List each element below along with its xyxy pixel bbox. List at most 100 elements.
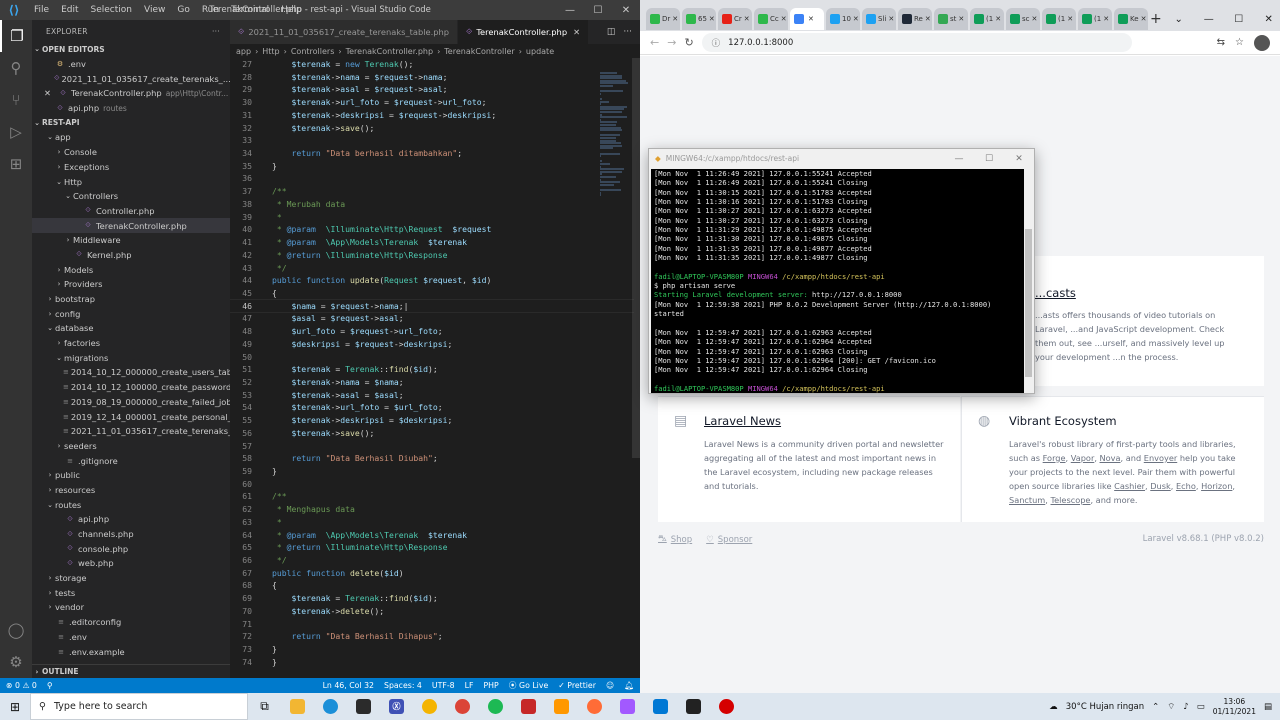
folder-item[interactable]: › Providers <box>32 277 230 292</box>
close-icon[interactable]: ✕ <box>1067 15 1073 23</box>
terminal-output[interactable]: [Mon Nov 1 11:26:49 2021] 127.0.0.1:5524… <box>651 169 1024 393</box>
maximize-icon[interactable]: ☐ <box>584 0 612 20</box>
shop-link[interactable]: ⛍ Shop <box>658 534 692 545</box>
folder-item[interactable]: ⌄ database <box>32 321 230 336</box>
search-icon[interactable]: ⚲ <box>0 52 32 84</box>
tab-migration[interactable]: ⟐ 2021_11_01_035617_create_terenaks_table… <box>230 20 459 44</box>
indentation[interactable]: Spaces: 4 <box>384 681 422 690</box>
problems-indicator[interactable]: ⊗ 0 ⚠ 0 <box>6 681 37 690</box>
browser-tab[interactable]: st ✕ <box>934 8 968 30</box>
postman-icon[interactable] <box>578 693 611 720</box>
menu-item-help[interactable]: Help <box>275 5 308 15</box>
minimize-icon[interactable]: — <box>556 0 584 20</box>
forward-arrow-icon[interactable]: → <box>667 36 676 49</box>
file-explorer-icon[interactable] <box>281 693 314 720</box>
ecosystem-link[interactable]: Sanctum <box>1009 495 1045 505</box>
sublime-icon[interactable] <box>545 693 578 720</box>
file-item[interactable]: ≡ .env.example <box>32 644 230 659</box>
profile-avatar[interactable] <box>1254 34 1270 51</box>
close-icon[interactable]: ✕ <box>808 15 814 23</box>
folder-item[interactable]: ⌄ routes <box>32 497 230 512</box>
close-icon[interactable]: ✕ <box>888 15 894 23</box>
browser-tab[interactable]: Cr ✕ <box>718 8 752 30</box>
figma-icon[interactable] <box>611 693 644 720</box>
minimize-icon[interactable]: — <box>944 154 974 164</box>
file-item[interactable]: ⟐ Kernel.php <box>32 248 230 263</box>
run-debug-icon[interactable]: ▷ <box>0 116 32 148</box>
clock[interactable]: 13:06 01/11/2021 <box>1213 697 1256 717</box>
spotify-icon[interactable] <box>479 693 512 720</box>
close-icon[interactable]: ✕ <box>781 15 787 23</box>
close-icon[interactable]: ✕ <box>744 15 750 23</box>
bookmark-star-icon[interactable]: ☆ <box>1235 37 1244 48</box>
browser-tab[interactable]: (1 ✕ <box>1078 8 1112 30</box>
file-item[interactable]: ⟐ console.php <box>32 541 230 556</box>
ecosystem-link[interactable]: Echo <box>1176 481 1196 491</box>
ecosystem-link[interactable]: Telescope <box>1051 495 1091 505</box>
folder-item[interactable]: ⌄ Http <box>32 174 230 189</box>
open-editor-item[interactable]: ⟐ api.php routes <box>32 101 230 116</box>
windows-start-icon[interactable]: ⊞ <box>0 700 30 714</box>
more-actions-icon[interactable]: ··· <box>623 27 632 37</box>
split-editor-icon[interactable]: ◫ <box>607 27 616 37</box>
chrome-icon[interactable] <box>446 693 479 720</box>
extensions-icon[interactable]: ⊞ <box>0 148 32 180</box>
open-editor-item[interactable]: ✕ ⟐ TerenakController.php app\Http\Contr... <box>32 86 230 101</box>
close-icon[interactable]: ✕ <box>995 15 1001 23</box>
task-view-icon[interactable]: ⧉ <box>248 693 281 720</box>
breadcrumb-item[interactable]: update <box>526 47 554 56</box>
ecosystem-link[interactable]: Envoyer <box>1144 453 1177 463</box>
file-item[interactable]: ≡2019_12_14_000001_create_personal_ac... <box>32 409 230 424</box>
browser-tab[interactable]: ✕ <box>790 8 824 30</box>
edge-icon[interactable] <box>314 693 347 720</box>
browser-tab[interactable]: sc ✕ <box>1006 8 1040 30</box>
file-item[interactable]: ≡ .gitignore <box>32 453 230 468</box>
file-item[interactable]: ⟐ Controller.php <box>32 204 230 219</box>
git-bash-terminal-window[interactable]: ◆ MINGW64:/c/xampp/htdocs/rest-api — ☐ ✕… <box>648 148 1035 394</box>
browser-tab[interactable]: Dr ✕ <box>646 8 680 30</box>
vscode-taskbar-icon[interactable] <box>644 693 677 720</box>
close-icon[interactable]: ✕ <box>612 0 640 20</box>
close-icon[interactable]: ✕ <box>44 88 51 98</box>
browser-tab[interactable]: 65 ✕ <box>682 8 716 30</box>
go-live-button[interactable]: ⦿ Go Live <box>509 680 549 691</box>
close-icon[interactable]: ✕ <box>709 15 715 23</box>
file-item[interactable]: ⟐ api.php <box>32 512 230 527</box>
account-icon[interactable]: ◯ <box>0 614 32 646</box>
battery-icon[interactable]: ▭ <box>1197 702 1205 712</box>
ecosystem-link[interactable]: Vapor <box>1071 453 1095 463</box>
more-actions-icon[interactable]: ··· <box>212 27 220 36</box>
browser-tab[interactable]: Cc ✕ <box>754 8 788 30</box>
open-editor-item[interactable]: ⚙ .env <box>32 57 230 72</box>
xampp-icon[interactable]: Ⓧ <box>380 693 413 720</box>
file-item[interactable]: ⟐ channels.php <box>32 527 230 542</box>
translate-icon[interactable]: ⇆ <box>1217 37 1225 48</box>
file-item[interactable]: ≡ .env <box>32 630 230 645</box>
browser-tab[interactable]: 10 ✕ <box>826 8 860 30</box>
browser-tab[interactable]: Ke ✕ <box>1114 8 1148 30</box>
folder-item[interactable]: › Exceptions <box>32 160 230 175</box>
menu-item-terminal[interactable]: Terminal <box>225 5 275 15</box>
tab-search-icon[interactable]: ⌄ <box>1164 14 1194 25</box>
sponsor-link[interactable]: ♡ Sponsor <box>706 534 752 545</box>
laravel-news-title[interactable]: Laravel News <box>704 414 781 428</box>
folder-item[interactable]: › factories <box>32 336 230 351</box>
url-field[interactable]: ⓘ 127.0.0.1:8000 <box>701 33 1132 52</box>
file-item[interactable]: ≡2014_10_12_000000_create_users_table...… <box>32 365 230 380</box>
taskbar-search-box[interactable]: ⚲ Type here to search <box>30 693 248 720</box>
live-share-icon[interactable]: ⚲ <box>47 681 53 690</box>
source-control-icon[interactable]: ⑂ <box>0 84 32 116</box>
file-item[interactable]: ≡2019_08_19_000000_create_failed_jobs_t.… <box>32 395 230 410</box>
back-arrow-icon[interactable]: ← <box>650 36 659 49</box>
reload-icon[interactable]: ↻ <box>684 36 693 49</box>
file-item[interactable]: ≡2021_11_01_035617_create_terenaks_ta... <box>32 424 230 439</box>
store-icon[interactable] <box>347 693 380 720</box>
close-icon[interactable]: ✕ <box>1254 14 1280 25</box>
folder-item[interactable]: › Console <box>32 145 230 160</box>
breadcrumb-item[interactable]: Http <box>262 47 279 56</box>
folder-item[interactable]: › Middleware <box>32 233 230 248</box>
breadcrumb-item[interactable]: app <box>236 47 251 56</box>
editor-scrollbar[interactable] <box>632 58 640 458</box>
language-mode[interactable]: PHP <box>483 681 498 690</box>
minimize-icon[interactable]: — <box>1194 14 1224 25</box>
